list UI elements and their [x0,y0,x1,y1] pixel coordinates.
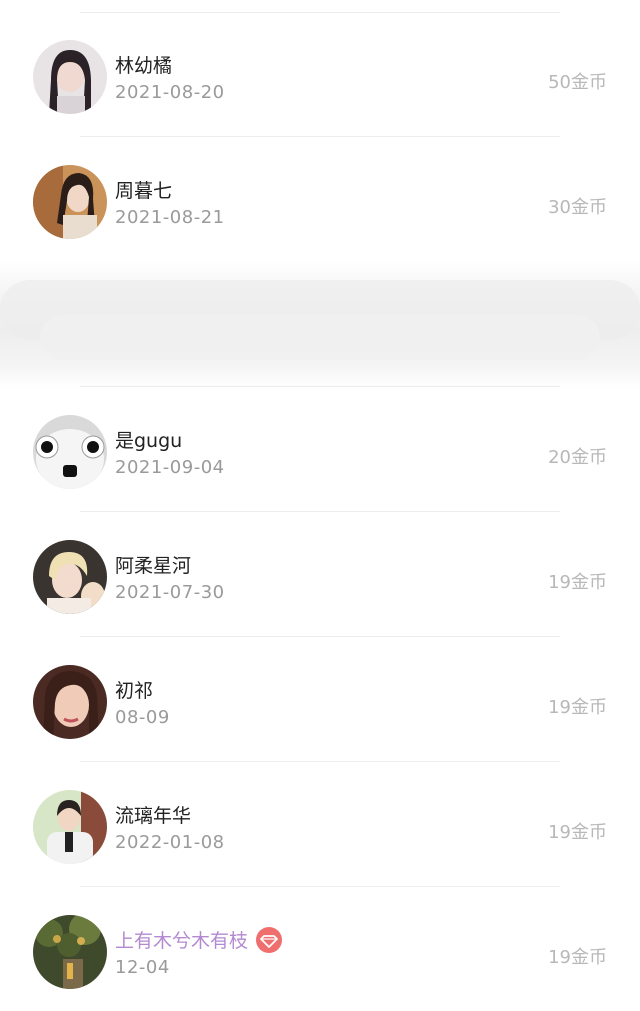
user-date: 2021-08-21 [115,207,225,228]
list-item[interactable]: 阿柔星河 2021-07-30 19金币 [0,512,640,636]
avatar[interactable] [33,665,107,739]
vip-diamond-icon [256,926,283,953]
avatar[interactable] [33,415,107,489]
user-date: 12-04 [115,957,170,978]
user-name: 周暮七 [115,180,173,202]
coin-amount: 19金币 [548,697,607,718]
list-item[interactable]: 初祁 08-09 19金币 [0,637,640,761]
user-name: 流璃年华 [115,805,192,827]
coin-amount: 50金币 [548,72,607,93]
avatar[interactable] [33,165,107,239]
list-item[interactable]: 流璃年华 2022-01-08 19金币 [0,762,640,886]
coin-amount: 19金币 [548,947,607,968]
user-date: 2021-09-04 [115,457,225,478]
coin-amount: 30金币 [548,197,607,218]
avatar[interactable] [33,915,107,989]
list-item[interactable]: 上有木兮木有枝 12-04 19金币 [0,887,640,1011]
avatar[interactable] [33,540,107,614]
coin-amount: 20金币 [548,447,607,468]
user-date: 2021-08-20 [115,82,225,103]
coin-amount: 19金币 [548,572,607,593]
coin-amount: 19金币 [548,822,607,843]
user-date: 2022-01-08 [115,832,225,853]
user-name: 是gugu [115,430,183,452]
obscured-row [0,260,640,390]
user-name: 上有木兮木有枝 [115,926,283,955]
user-name-text: 上有木兮木有枝 [115,930,249,952]
list-item[interactable]: 周暮七 2021-08-21 30金币 [0,137,640,261]
user-date: 08-09 [115,707,170,728]
user-name: 初祁 [115,680,154,702]
avatar[interactable] [33,40,107,114]
user-name: 林幼橘 [115,55,173,77]
avatar[interactable] [33,790,107,864]
user-date: 2021-07-30 [115,582,225,603]
list-item[interactable]: 是gugu 2021-09-04 20金币 [0,387,640,511]
list-item[interactable]: 林幼橘 2021-08-20 50金币 [0,12,640,136]
user-name: 阿柔星河 [115,555,192,577]
